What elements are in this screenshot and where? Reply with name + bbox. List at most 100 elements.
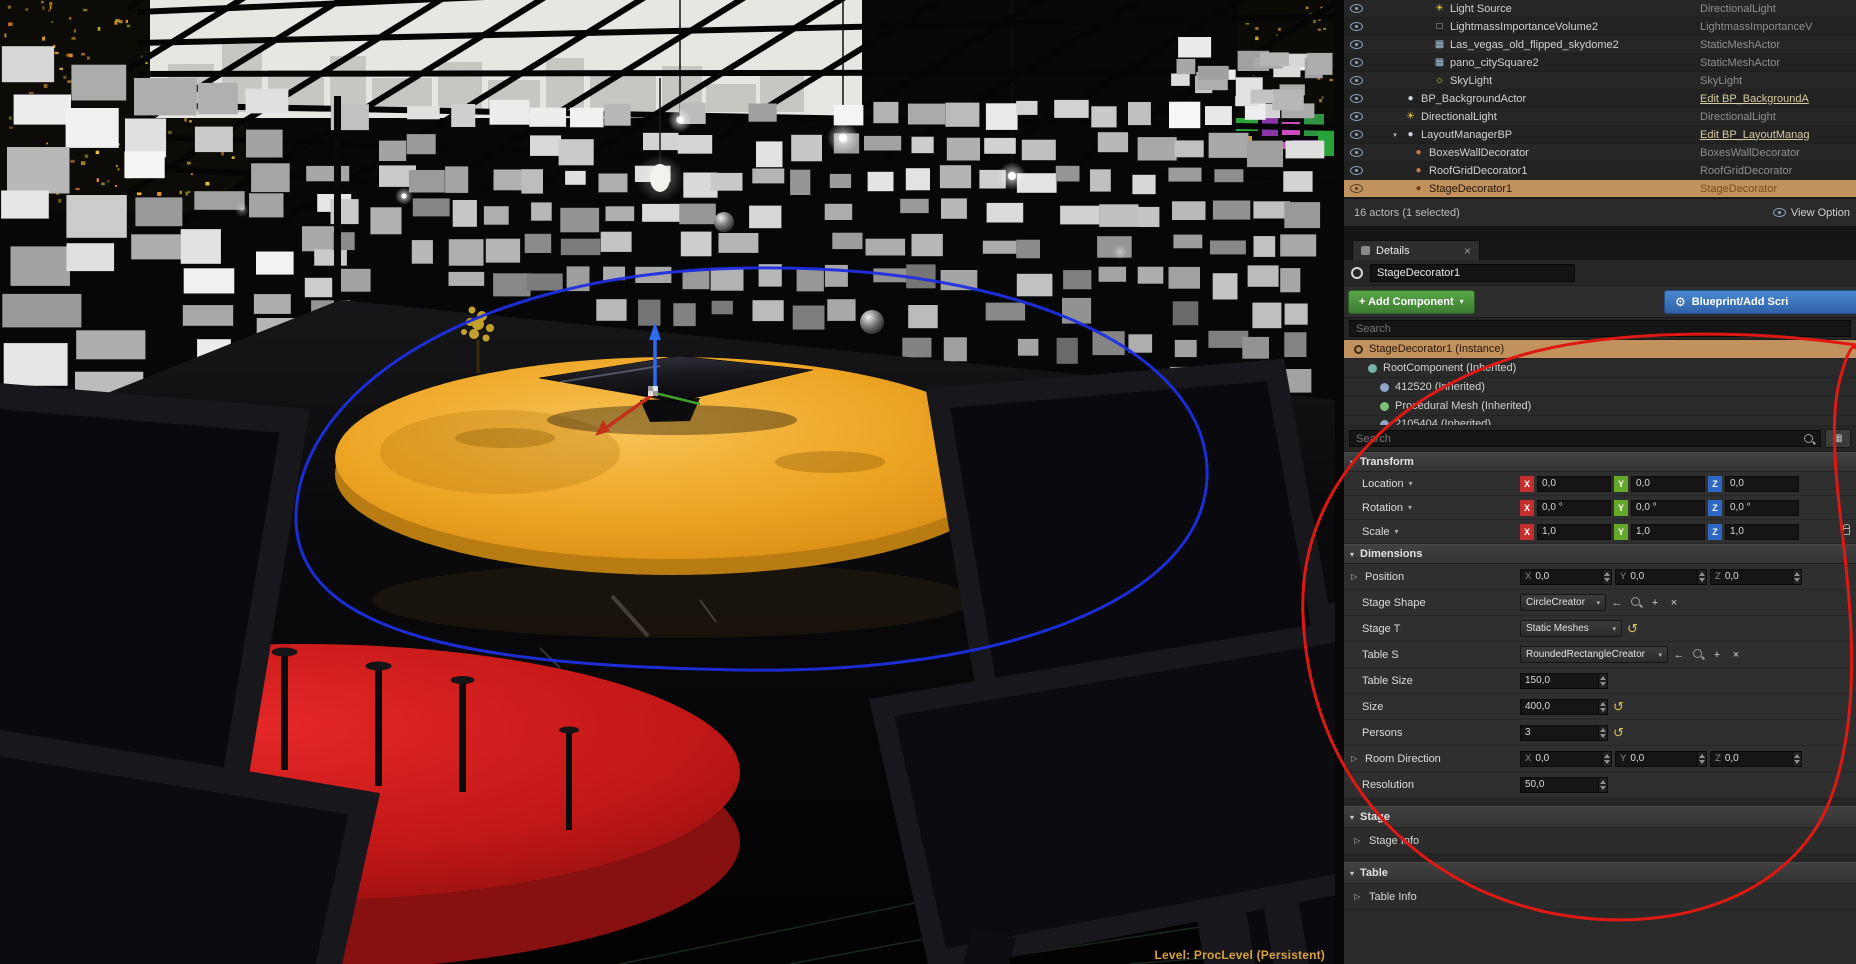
add-element-button[interactable]: + [1647, 595, 1663, 611]
spinner[interactable] [1792, 752, 1801, 766]
clear-button[interactable]: × [1666, 595, 1682, 611]
visibility-eye-icon[interactable] [1350, 112, 1363, 121]
spinner[interactable] [1602, 752, 1611, 766]
chevron-down-icon[interactable]: ▾ [1395, 527, 1399, 536]
position-x-input[interactable]: X0,0 [1520, 569, 1612, 585]
visibility-eye-icon[interactable] [1350, 58, 1363, 67]
lock-icon[interactable] [1841, 528, 1850, 535]
size-input[interactable]: 400,0 [1520, 699, 1608, 715]
spinner[interactable] [1598, 700, 1607, 714]
scale-y-input[interactable]: 1,0 [1631, 524, 1705, 540]
component-search-input[interactable] [1349, 320, 1851, 337]
spinner[interactable] [1598, 778, 1607, 792]
browse-asset-button[interactable] [1628, 595, 1644, 611]
spinner[interactable] [1697, 570, 1706, 584]
visibility-eye-icon[interactable] [1350, 130, 1363, 139]
room-direction-y-input[interactable]: Y0,0 [1615, 751, 1707, 767]
close-tab-icon[interactable]: × [1464, 245, 1471, 257]
add-component-button[interactable]: + Add Component ▾ [1348, 290, 1475, 314]
spinner[interactable] [1697, 752, 1706, 766]
tab-details[interactable]: Details × [1352, 240, 1480, 260]
property-search-input[interactable] [1349, 430, 1821, 447]
location-x-input[interactable]: 0,0 [1537, 476, 1611, 492]
outliner-row-citysquare[interactable]: ▦ pano_citySquare2 StaticMeshActor [1344, 54, 1856, 72]
visibility-eye-icon[interactable] [1350, 148, 1363, 157]
component-row-instance[interactable]: StageDecorator1 (Instance) [1344, 340, 1856, 359]
table-info-row[interactable]: ▷ Table Info [1344, 884, 1856, 910]
stage-info-row[interactable]: ▷ Stage Info [1344, 828, 1856, 854]
blueprint-add-script-button[interactable]: ⚙ Blueprint/Add Scri [1664, 290, 1856, 314]
browse-asset-button[interactable] [1690, 647, 1706, 663]
persons-input[interactable]: 3 [1520, 725, 1608, 741]
visibility-eye-icon[interactable] [1350, 166, 1363, 175]
outliner-row-roof-grid-decorator[interactable]: ● RoofGridDecorator1 RoofGridDecorator [1344, 162, 1856, 180]
outliner-row-skydome[interactable]: ▦ Las_vegas_old_flipped_skydome2 StaticM… [1344, 36, 1856, 54]
expander-icon[interactable]: ▷ [1354, 892, 1363, 901]
spinner[interactable] [1598, 726, 1607, 740]
location-z-input[interactable]: 0,0 [1725, 476, 1799, 492]
unreal-editor-window: Level: ProcLevel (Persistent) ☀ Light So… [0, 0, 1856, 964]
component-row-2105404[interactable]: 2105404 (Inherited) [1344, 416, 1856, 426]
edit-blueprint-link[interactable]: Edit BP_LayoutManag [1700, 129, 1856, 141]
reset-to-default-button[interactable]: ↺ [1625, 621, 1640, 637]
rotation-x-input[interactable]: 0,0 ° [1537, 500, 1611, 516]
property-view-options-button[interactable]: ▦ [1825, 429, 1851, 448]
component-row-procedural-mesh[interactable]: Procedural Mesh (Inherited) [1344, 397, 1856, 416]
spinner[interactable] [1598, 674, 1607, 688]
expander-icon[interactable]: ▷ [1354, 836, 1363, 845]
visibility-eye-icon[interactable] [1350, 4, 1363, 13]
category-header-dimensions[interactable]: ▾ Dimensions [1344, 544, 1856, 564]
reset-to-default-button[interactable]: ↺ [1611, 725, 1626, 741]
position-y-input[interactable]: Y0,0 [1615, 569, 1707, 585]
edit-blueprint-link[interactable]: Edit BP_BackgroundA [1700, 93, 1856, 105]
category-header-table[interactable]: ▾ Table [1344, 862, 1856, 884]
location-y-input[interactable]: 0,0 [1631, 476, 1705, 492]
table-size-input[interactable]: 150,0 [1520, 673, 1608, 689]
category-header-stage[interactable]: ▾ Stage [1344, 806, 1856, 828]
outliner-row-directional-light[interactable]: ☀ DirectionalLight DirectionalLight [1344, 108, 1856, 126]
spinner[interactable] [1792, 570, 1801, 584]
add-element-button[interactable]: + [1709, 647, 1725, 663]
rotation-y-input[interactable]: 0,0 ° [1631, 500, 1705, 516]
outliner-row-lightmass-volume[interactable]: □ LightmassImportanceVolume2 LightmassIm… [1344, 18, 1856, 36]
scale-x-input[interactable]: 1,0 [1537, 524, 1611, 540]
use-selected-asset-button[interactable]: ← [1671, 647, 1687, 663]
outliner-row-boxes-wall-decorator[interactable]: ● BoxesWallDecorator BoxesWallDecorator [1344, 144, 1856, 162]
eye-icon [1773, 208, 1786, 217]
view-options-button[interactable]: View Option [1773, 207, 1850, 219]
category-header-transform[interactable]: ▾ Transform [1344, 452, 1856, 472]
visibility-eye-icon[interactable] [1350, 94, 1363, 103]
outliner-row-stage-decorator[interactable]: ● StageDecorator1 StageDecorator [1344, 180, 1856, 198]
reset-to-default-button[interactable]: ↺ [1611, 699, 1626, 715]
use-selected-asset-button[interactable]: ← [1609, 595, 1625, 611]
expander-icon[interactable]: ▷ [1351, 754, 1360, 763]
position-z-input[interactable]: Z0,0 [1710, 569, 1802, 585]
stage-shape-dropdown[interactable]: CircleCreator▾ [1520, 594, 1606, 611]
clear-button[interactable]: × [1728, 647, 1744, 663]
outliner-row-light-source[interactable]: ☀ Light Source DirectionalLight [1344, 0, 1856, 18]
viewport-3d[interactable]: Level: ProcLevel (Persistent) [0, 0, 1335, 964]
visibility-eye-icon[interactable] [1350, 184, 1363, 193]
outliner-row-skylight[interactable]: ☼ SkyLight SkyLight [1344, 72, 1856, 90]
visibility-eye-icon[interactable] [1350, 76, 1363, 85]
expander-icon[interactable]: ▷ [1351, 572, 1360, 581]
resolution-input[interactable]: 50,0 [1520, 777, 1608, 793]
component-row-root[interactable]: RootComponent (Inherited) [1344, 359, 1856, 378]
room-direction-x-input[interactable]: X0,0 [1520, 751, 1612, 767]
spinner[interactable] [1602, 570, 1611, 584]
room-direction-z-input[interactable]: Z0,0 [1710, 751, 1802, 767]
rotation-z-input[interactable]: 0,0 ° [1725, 500, 1799, 516]
outliner-row-layout-manager[interactable]: ▾ ● LayoutManagerBP Edit BP_LayoutManag [1344, 126, 1856, 144]
stage-t-dropdown[interactable]: Static Meshes▾ [1520, 620, 1622, 637]
visibility-eye-icon[interactable] [1350, 22, 1363, 31]
outliner-row-bp-background-actor[interactable]: ● BP_BackgroundActor Edit BP_BackgroundA [1344, 90, 1856, 108]
chevron-down-icon[interactable]: ▾ [1409, 479, 1413, 488]
visibility-eye-icon[interactable] [1350, 40, 1363, 49]
expand-arrow-icon[interactable]: ▾ [1390, 131, 1400, 139]
scale-z-input[interactable]: 1,0 [1725, 524, 1799, 540]
component-row-412520[interactable]: 412520 (Inherited) [1344, 378, 1856, 397]
actor-name-row: StageDecorator1 [1344, 260, 1856, 286]
actor-name-field[interactable]: StageDecorator1 [1370, 264, 1575, 282]
table-s-dropdown[interactable]: RoundedRectangleCreator▾ [1520, 646, 1668, 663]
chevron-down-icon[interactable]: ▾ [1408, 503, 1412, 512]
